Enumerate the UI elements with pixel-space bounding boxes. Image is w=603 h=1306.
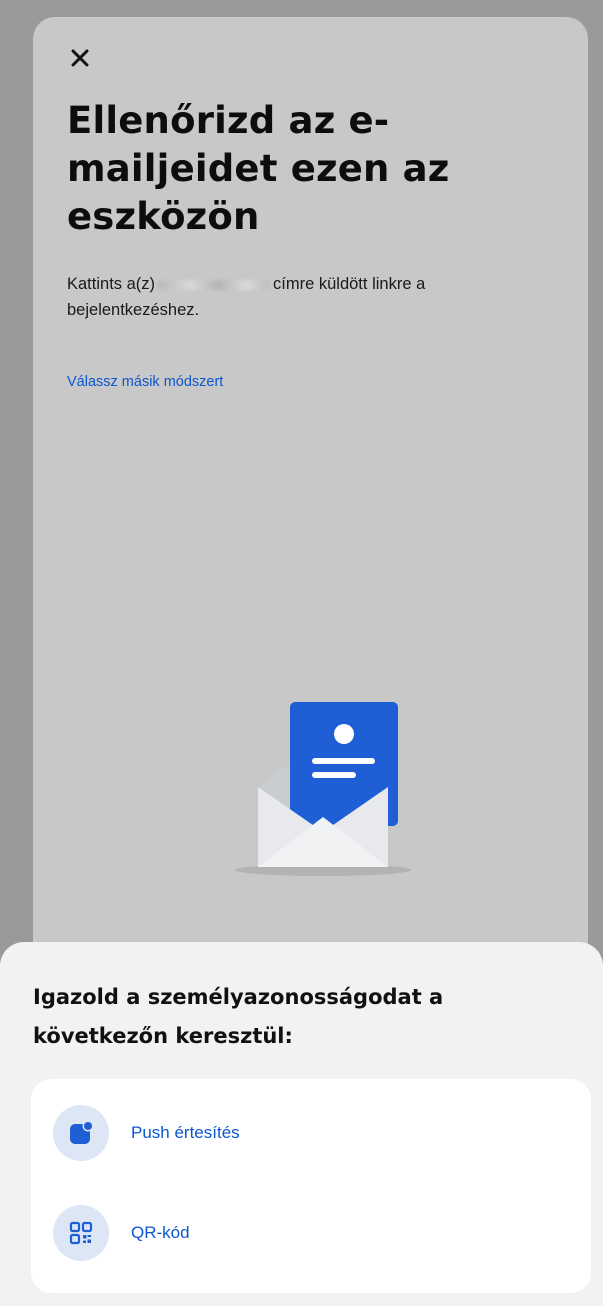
push-notification-option[interactable]: Push értesítés	[31, 1091, 591, 1175]
choose-other-method-link[interactable]: Válassz másik módszert	[67, 374, 223, 390]
instruction-text: Kattints a(z) címre küldött linkre a beje…	[67, 271, 557, 323]
instruction-prefix: Kattints a(z)	[67, 275, 156, 293]
verification-options: Push értesítés QR-kód	[31, 1079, 591, 1293]
verification-sheet: Igazold a személyazonosságodat a követke…	[0, 942, 603, 1306]
qr-code-option[interactable]: QR-kód	[31, 1191, 591, 1275]
qr-code-icon	[53, 1205, 109, 1261]
envelope-illustration	[235, 702, 411, 876]
push-notification-icon	[53, 1105, 109, 1161]
close-icon	[71, 49, 89, 67]
push-notification-label: Push értesítés	[131, 1123, 240, 1142]
redacted-email	[157, 279, 270, 290]
email-check-card: Ellenőrizd az e-mailjeidet ezen az eszkö…	[33, 17, 588, 1017]
qr-code-label: QR-kód	[131, 1223, 190, 1242]
sheet-title: Igazold a személyazonosságodat a követke…	[33, 985, 444, 1048]
page-title: Ellenőrizd az e-mailjeidet ezen az eszkö…	[67, 99, 450, 238]
close-button[interactable]	[67, 45, 93, 71]
